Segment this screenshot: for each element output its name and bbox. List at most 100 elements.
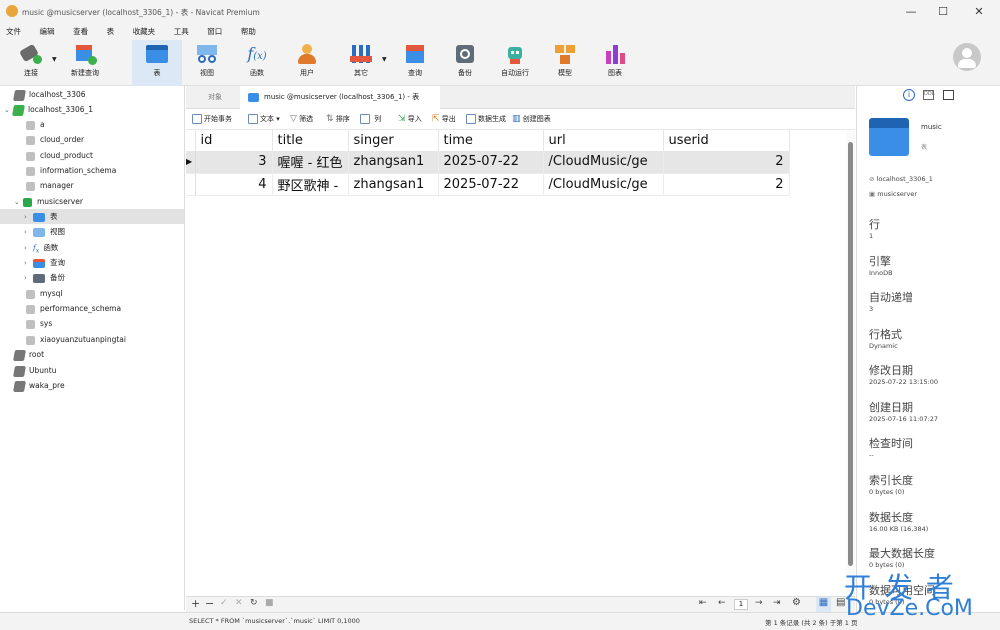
- cell-title[interactable]: 野区歌神 -: [272, 173, 349, 196]
- menu-view[interactable]: 查看: [73, 24, 88, 40]
- query-button[interactable]: 查询: [392, 40, 438, 86]
- chevron-right-icon[interactable]: ›: [24, 241, 33, 256]
- user-button[interactable]: 用户: [284, 40, 330, 86]
- filter-button[interactable]: ▽ 筛选: [290, 109, 313, 130]
- other-dropdown-icon[interactable]: ▼: [382, 56, 387, 63]
- connect-button[interactable]: 连接: [8, 40, 54, 86]
- table-row[interactable]: ▶ 3 喔喔 - 红色 zhangsan1 2025-07-22 /CloudM…: [186, 151, 790, 174]
- row-selector-icon[interactable]: ▶: [186, 151, 196, 174]
- add-record-icon[interactable]: +: [191, 597, 200, 610]
- layout-icon[interactable]: [943, 90, 954, 100]
- tree-db-sys[interactable]: sys: [26, 316, 52, 331]
- ddl-icon[interactable]: DDL: [923, 90, 935, 100]
- apply-changes-icon[interactable]: ✓: [220, 598, 228, 608]
- data-generation-button[interactable]: 数据生成: [466, 109, 506, 130]
- cell-id[interactable]: 4: [195, 173, 273, 196]
- column-header-title[interactable]: title: [272, 130, 349, 151]
- tree-db-performance-schema[interactable]: performance_schema: [26, 301, 121, 316]
- tree-db-information-schema[interactable]: information_schema: [26, 163, 116, 178]
- cell-singer[interactable]: zhangsan1: [348, 151, 439, 174]
- tree-node-tables[interactable]: › 表: [0, 209, 184, 224]
- automation-button[interactable]: 自动运行: [492, 40, 538, 86]
- chevron-down-icon[interactable]: ⌄: [14, 195, 23, 210]
- info-icon[interactable]: i: [903, 89, 915, 101]
- avatar[interactable]: [953, 43, 981, 71]
- columns-button[interactable]: 列: [360, 109, 381, 130]
- cell-time[interactable]: 2025-07-22: [438, 151, 544, 174]
- tree-node-backups[interactable]: › 备份: [24, 270, 65, 285]
- tab-music-table[interactable]: music @musicserver (localhost_3306_1) - …: [240, 86, 440, 109]
- function-button[interactable]: f(x) 函数: [234, 40, 280, 86]
- text-button[interactable]: 文本 ▾: [248, 109, 280, 130]
- tree-db-cloud-product[interactable]: cloud_product: [26, 148, 93, 163]
- chevron-down-icon[interactable]: ⌄: [4, 103, 13, 118]
- tree-connection-root[interactable]: root: [13, 347, 44, 362]
- menu-help[interactable]: 帮助: [241, 24, 256, 40]
- tree-db-manager[interactable]: manager: [26, 178, 74, 193]
- chevron-right-icon[interactable]: ›: [24, 256, 33, 271]
- cell-singer[interactable]: zhangsan1: [348, 173, 439, 196]
- first-page-icon[interactable]: ⇤: [699, 598, 707, 608]
- refresh-icon[interactable]: ↻: [250, 598, 258, 608]
- backup-button[interactable]: 备份: [442, 40, 488, 86]
- cell-url[interactable]: /CloudMusic/ge: [543, 173, 664, 196]
- new-query-button[interactable]: 新建查询: [62, 40, 108, 86]
- begin-transaction-button[interactable]: 开始事务: [192, 109, 232, 130]
- column-header-userid[interactable]: userid: [663, 130, 790, 151]
- close-button[interactable]: ✕: [962, 0, 996, 24]
- column-header-time[interactable]: time: [438, 130, 544, 151]
- next-page-icon[interactable]: →: [755, 598, 763, 608]
- tree-db-xiaoyuanzutuanpingtai[interactable]: xiaoyuanzutuanpingtai: [26, 332, 126, 347]
- last-page-icon[interactable]: ⇥: [773, 598, 781, 608]
- tree-node-views[interactable]: › 视图: [24, 224, 65, 239]
- vertical-scrollbar[interactable]: [846, 130, 855, 596]
- create-chart-button[interactable]: ▥ 创建图表: [512, 109, 551, 130]
- menu-file[interactable]: 文件: [6, 24, 21, 40]
- cell-time[interactable]: 2025-07-22: [438, 173, 544, 196]
- tree-db-a[interactable]: a: [26, 117, 45, 132]
- sort-button[interactable]: ⇅ 排序: [326, 109, 350, 130]
- model-button[interactable]: 模型: [542, 40, 588, 86]
- menu-tools[interactable]: 工具: [174, 24, 189, 40]
- tree-db-mysql[interactable]: mysql: [26, 286, 63, 301]
- grid-view-icon[interactable]: ▦: [816, 597, 831, 612]
- maximize-button[interactable]: ☐: [926, 0, 960, 24]
- delete-record-icon[interactable]: −: [205, 597, 214, 610]
- chevron-right-icon[interactable]: ›: [24, 210, 33, 225]
- page-number-input[interactable]: 1: [734, 599, 748, 610]
- discard-changes-icon[interactable]: ✕: [235, 598, 243, 608]
- cell-id[interactable]: 3: [195, 151, 273, 174]
- menu-table[interactable]: 表: [107, 24, 115, 40]
- gear-icon[interactable]: ⚙: [792, 597, 801, 608]
- menu-window[interactable]: 窗口: [207, 24, 222, 40]
- table-button[interactable]: 表: [132, 40, 182, 86]
- chart-button[interactable]: 图表: [592, 40, 638, 86]
- tree-connection-ubuntu[interactable]: Ubuntu: [13, 363, 56, 378]
- column-header-url[interactable]: url: [543, 130, 664, 151]
- tree-connection-localhost-3306[interactable]: localhost_3306: [13, 87, 86, 102]
- connect-dropdown-icon[interactable]: ▼: [52, 56, 57, 63]
- tree-connection-localhost-3306-1[interactable]: ⌄ localhost_3306_1: [4, 102, 93, 117]
- cell-userid[interactable]: 2: [663, 151, 790, 174]
- tree-node-queries[interactable]: › 查询: [24, 255, 65, 270]
- minimize-button[interactable]: —: [894, 0, 928, 24]
- import-button[interactable]: ⇲ 导入: [398, 109, 422, 130]
- stop-icon[interactable]: ■: [265, 598, 274, 608]
- other-button[interactable]: 其它: [338, 40, 384, 86]
- chevron-right-icon[interactable]: ›: [24, 271, 33, 286]
- column-header-singer[interactable]: singer: [348, 130, 439, 151]
- menu-edit[interactable]: 编辑: [40, 24, 55, 40]
- cell-title[interactable]: 喔喔 - 红色: [272, 151, 349, 174]
- table-row[interactable]: 4 野区歌神 - zhangsan1 2025-07-22 /CloudMusi…: [186, 173, 790, 196]
- cell-url[interactable]: /CloudMusic/ge: [543, 151, 664, 174]
- menu-favorites[interactable]: 收藏夹: [133, 24, 156, 40]
- tab-objects[interactable]: 对象: [200, 86, 230, 109]
- row-selector[interactable]: [186, 173, 196, 196]
- tree-db-cloud-order[interactable]: cloud_order: [26, 132, 84, 147]
- view-button[interactable]: 视图: [184, 40, 230, 86]
- previous-page-icon[interactable]: ←: [718, 598, 726, 608]
- tree-db-musicserver[interactable]: ⌄ musicserver: [14, 194, 83, 209]
- export-button[interactable]: ⇱ 导出: [432, 109, 456, 130]
- tree-node-functions[interactable]: › fx 函数: [24, 240, 58, 255]
- scrollbar-thumb[interactable]: [848, 142, 853, 566]
